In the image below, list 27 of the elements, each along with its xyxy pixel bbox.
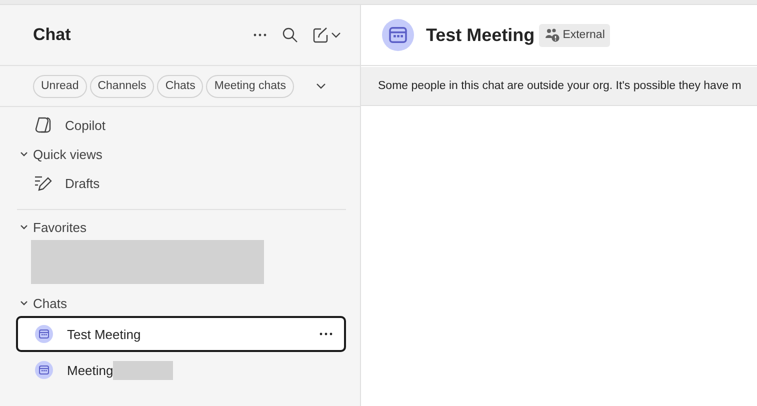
people-alert-icon xyxy=(544,27,560,43)
chevron-down-icon[interactable] xyxy=(19,222,29,232)
filter-chip[interactable]: Channels xyxy=(90,74,154,98)
sidebar-title: Chat xyxy=(33,25,71,45)
filter-chip[interactable]: Meeting chats xyxy=(206,74,294,98)
search-icon[interactable] xyxy=(282,27,298,43)
nav-item[interactable]: Copilot xyxy=(65,118,106,132)
chat-name: Meeting xyxy=(67,362,114,378)
compose-icon[interactable] xyxy=(312,27,342,43)
chevron-down-icon[interactable] xyxy=(19,298,29,308)
section-header[interactable]: Quick views xyxy=(33,146,102,162)
chat-item[interactable]: Meeting xyxy=(16,352,346,388)
section-header[interactable]: Chats xyxy=(33,296,67,310)
filter-chip[interactable]: Chats xyxy=(157,74,204,98)
copilot-icon xyxy=(33,115,53,135)
chat-name: Test Meeting xyxy=(67,326,141,342)
conversation-title: Test Meeting xyxy=(426,24,535,46)
badge-label: External xyxy=(562,29,605,41)
nav-item[interactable]: Drafts xyxy=(65,176,100,190)
section-header[interactable]: Favorites xyxy=(33,220,86,234)
filter-chip[interactable]: Unread xyxy=(33,74,87,98)
chat-item[interactable]: Test Meeting xyxy=(16,316,346,352)
meeting-avatar xyxy=(382,19,414,51)
chevron-down-icon[interactable] xyxy=(19,149,29,159)
meeting-icon xyxy=(35,325,53,343)
meeting-icon xyxy=(35,361,53,379)
info-banner: Some people in this chat are outside your org. It's possible they have m xyxy=(361,67,757,106)
